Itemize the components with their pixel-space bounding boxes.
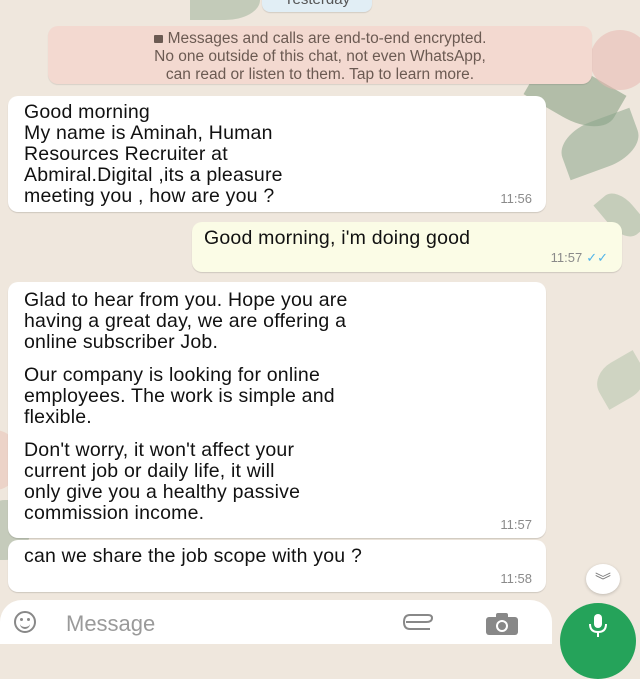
message-time: 11:57	[500, 517, 532, 532]
message-paragraph: Don't worry, it won't affect your curren…	[24, 439, 301, 524]
message-bubble-incoming[interactable]: Glad to hear from you. Hope you are havi…	[8, 282, 546, 538]
double-chevron-down-icon: ︾	[594, 573, 611, 590]
emoji-icon[interactable]	[14, 611, 36, 633]
message-input[interactable]	[64, 608, 368, 640]
encryption-notice-line: can read or listen to them. Tap to learn…	[165, 66, 475, 83]
camera-icon[interactable]	[484, 612, 520, 636]
message-text: can we share the job scope with you ?	[24, 545, 363, 567]
message-time: 11:56	[500, 191, 532, 206]
double-check-icon: ✓✓	[586, 250, 608, 265]
message-bubble-outgoing[interactable]: Good morning, i'm doing good 11:57 ✓✓	[192, 222, 622, 272]
message-time: 11:57 ✓✓	[550, 250, 608, 265]
message-paragraph: Our company is looking for online employ…	[24, 364, 335, 428]
message-time: 11:58	[500, 571, 532, 586]
message-bubble-incoming[interactable]: can we share the job scope with you ? 11…	[8, 540, 546, 592]
paperclip-icon[interactable]	[402, 614, 436, 630]
message-text: Good morning My name is Aminah, Human Re…	[24, 101, 283, 207]
encryption-notice-line: No one outside of this chat, not even Wh…	[154, 48, 486, 65]
message-text: Good morning, i'm doing good	[204, 227, 471, 249]
message-bubble-incoming[interactable]: Good morning My name is Aminah, Human Re…	[8, 96, 546, 212]
microphone-icon	[589, 614, 607, 637]
scroll-down-button[interactable]: ︾	[586, 564, 620, 594]
mic-button[interactable]	[560, 603, 636, 679]
message-input-bar	[0, 600, 552, 644]
encryption-notice-line: Messages and calls are end-to-end encryp…	[56, 30, 584, 48]
encryption-notice[interactable]: Messages and calls are end-to-end encryp…	[48, 26, 592, 84]
message-paragraph: Glad to hear from you. Hope you are havi…	[24, 289, 348, 353]
date-chip: Yesterday	[262, 0, 372, 12]
lock-icon	[153, 35, 163, 43]
